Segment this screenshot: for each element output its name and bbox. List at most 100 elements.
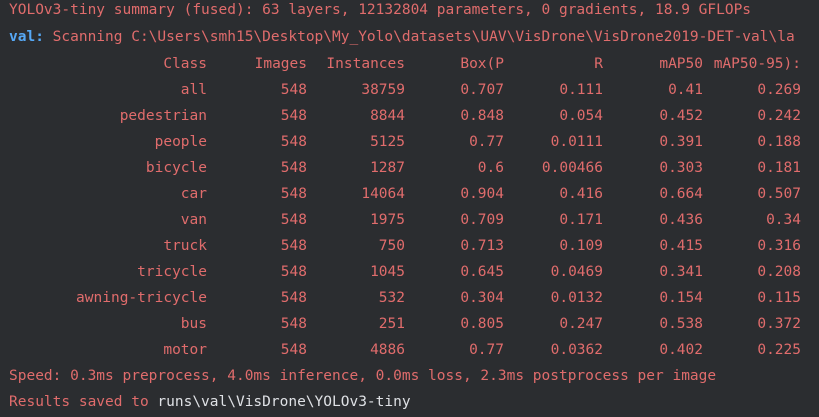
- table-row: bicycle 548 1287 0.6 0.00466 0.303 0.181: [0, 158, 819, 178]
- cell-images: 548: [280, 290, 307, 306]
- cell-box-p: 0.848: [460, 108, 504, 124]
- cell-class: bus: [180, 316, 207, 332]
- cell-map50-95: 0.188: [757, 134, 801, 150]
- cell-box-p: 0.304: [460, 290, 504, 306]
- cell-map50: 0.538: [659, 316, 703, 332]
- cell-map50: 0.415: [659, 238, 703, 254]
- cell-class: bicycle: [145, 160, 207, 176]
- cell-map50: 0.664: [659, 186, 703, 202]
- table-header-row: Class Images Instances Box(P R mAP50 mAP…: [0, 54, 819, 74]
- cell-images: 548: [280, 238, 307, 254]
- cell-map50-95: 0.372: [757, 316, 801, 332]
- cell-instances: 750: [378, 238, 405, 254]
- cell-box-p: 0.77: [469, 134, 504, 150]
- cell-map50-95: 0.208: [757, 264, 801, 280]
- table-row: awning-tricycle 548 532 0.304 0.0132 0.154 0.1…: [0, 288, 819, 308]
- cell-box-p: 0.645: [460, 264, 504, 280]
- table-row: pedestrian 548 8844 0.848 0.054 0.452 0.242: [0, 106, 819, 126]
- cell-box-p: 0.904: [460, 186, 504, 202]
- cell-map50-95: 0.181: [757, 160, 801, 176]
- cell-class: truck: [163, 238, 207, 254]
- scan-text: Scanning C:\Users\smh15\Desktop\My_Yolo\…: [43, 29, 795, 45]
- cell-images: 548: [280, 108, 307, 124]
- header-map50: mAP50: [659, 56, 703, 72]
- cell-map50-95: 0.507: [757, 186, 801, 202]
- cell-r: 0.247: [559, 316, 603, 332]
- cell-class: car: [180, 186, 207, 202]
- cell-class: tricycle: [137, 264, 207, 280]
- table-row: car 548 14064 0.904 0.416 0.664 0.507: [0, 184, 819, 204]
- cell-r: 0.416: [559, 186, 603, 202]
- terminal-output: YOLOv3-tiny summary (fused): 63 layers, …: [0, 0, 819, 417]
- cell-images: 548: [280, 316, 307, 332]
- cell-r: 0.0111: [550, 134, 603, 150]
- cell-map50-95: 0.115: [757, 290, 801, 306]
- scan-line: val: Scanning C:\Users\smh15\Desktop\My_…: [9, 27, 795, 47]
- scan-prefix: val:: [9, 29, 44, 45]
- cell-map50: 0.303: [659, 160, 703, 176]
- table-row: all 548 38759 0.707 0.111 0.41 0.269: [0, 80, 819, 100]
- cell-map50: 0.391: [659, 134, 703, 150]
- results-path: runs\val\VisDrone\YOLOv3-tiny: [157, 394, 411, 410]
- cell-r: 0.111: [559, 82, 603, 98]
- table-row: truck 548 750 0.713 0.109 0.415 0.316: [0, 236, 819, 256]
- cell-box-p: 0.713: [460, 238, 504, 254]
- cell-images: 548: [280, 186, 307, 202]
- cell-r: 0.054: [559, 108, 603, 124]
- cell-instances: 8844: [370, 108, 405, 124]
- cell-map50-95: 0.269: [757, 82, 801, 98]
- cell-r: 0.109: [559, 238, 603, 254]
- model-summary-line: YOLOv3-tiny summary (fused): 63 layers, …: [9, 2, 752, 18]
- cell-box-p: 0.6: [477, 160, 504, 176]
- cell-box-p: 0.805: [460, 316, 504, 332]
- cell-class: motor: [163, 342, 207, 358]
- results-prefix: Results saved to: [9, 394, 158, 410]
- cell-images: 548: [280, 82, 307, 98]
- cell-instances: 1045: [370, 264, 405, 280]
- cell-map50: 0.154: [659, 290, 703, 306]
- cell-class: awning-tricycle: [76, 290, 207, 306]
- cell-r: 0.00466: [541, 160, 603, 176]
- cell-map50: 0.341: [659, 264, 703, 280]
- cell-r: 0.0469: [550, 264, 603, 280]
- cell-map50: 0.41: [668, 82, 703, 98]
- cell-r: 0.0132: [550, 290, 603, 306]
- cell-class: pedestrian: [119, 108, 207, 124]
- table-row: van 548 1975 0.709 0.171 0.436 0.34: [0, 210, 819, 230]
- cell-map50-95: 0.316: [757, 238, 801, 254]
- cell-map50-95: 0.242: [757, 108, 801, 124]
- cell-images: 548: [280, 342, 307, 358]
- cell-r: 0.171: [559, 212, 603, 228]
- header-box-p: Box(P: [460, 56, 504, 72]
- cell-map50-95: 0.34: [766, 212, 801, 228]
- cell-map50: 0.452: [659, 108, 703, 124]
- cell-class: van: [180, 212, 207, 228]
- cell-images: 548: [280, 212, 307, 228]
- cell-class: all: [180, 82, 207, 98]
- header-instances: Instances: [326, 56, 405, 72]
- cell-instances: 14064: [361, 186, 405, 202]
- cell-map50: 0.436: [659, 212, 703, 228]
- cell-box-p: 0.709: [460, 212, 504, 228]
- cell-box-p: 0.77: [469, 342, 504, 358]
- table-row: bus 548 251 0.805 0.247 0.538 0.372: [0, 314, 819, 334]
- cell-map50: 0.402: [659, 342, 703, 358]
- cell-box-p: 0.707: [460, 82, 504, 98]
- cell-instances: 38759: [361, 82, 405, 98]
- speed-line: Speed: 0.3ms preprocess, 4.0ms inference…: [9, 368, 717, 384]
- cell-instances: 1287: [370, 160, 405, 176]
- cell-instances: 1975: [370, 212, 405, 228]
- table-row: tricycle 548 1045 0.645 0.0469 0.341 0.208: [0, 262, 819, 282]
- cell-images: 548: [280, 134, 307, 150]
- header-map50-95: mAP50-95):: [713, 56, 801, 72]
- cell-images: 548: [280, 160, 307, 176]
- results-line: Results saved to runs\val\VisDrone\YOLOv…: [9, 392, 411, 412]
- header-r: R: [594, 56, 603, 72]
- header-class: Class: [163, 56, 207, 72]
- table-row: motor 548 4886 0.77 0.0362 0.402 0.225: [0, 340, 819, 360]
- cell-map50-95: 0.225: [757, 342, 801, 358]
- table-row: people 548 5125 0.77 0.0111 0.391 0.188: [0, 132, 819, 152]
- cell-instances: 4886: [370, 342, 405, 358]
- cell-instances: 251: [378, 316, 405, 332]
- cell-instances: 5125: [370, 134, 405, 150]
